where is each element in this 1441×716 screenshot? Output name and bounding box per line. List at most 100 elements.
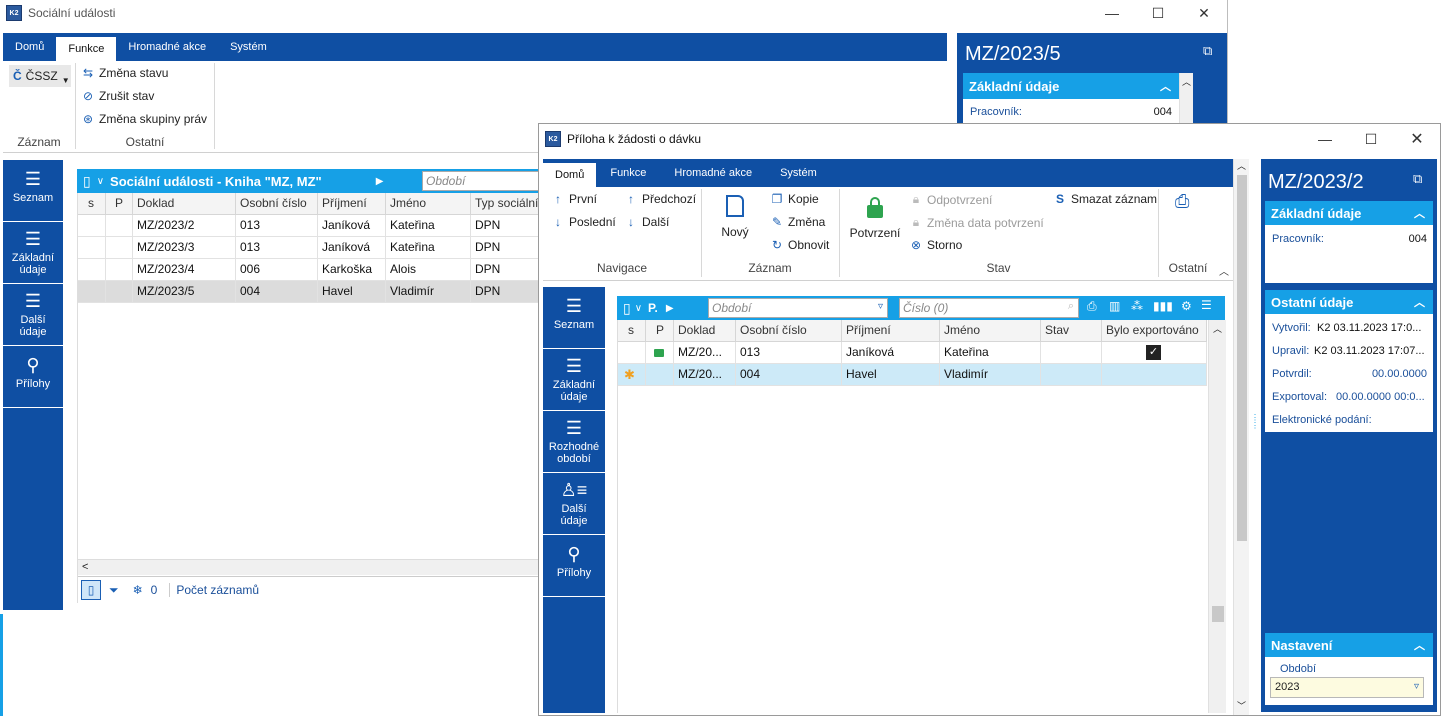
chevron-up-icon[interactable]: ︿ bbox=[1414, 637, 1425, 653]
popout-icon[interactable]: ⧉ bbox=[1203, 43, 1212, 59]
posledni-button[interactable]: ↓ Poslední bbox=[551, 215, 616, 229]
table-row[interactable]: MZ/2023/4 006 Karkoška Alois DPN bbox=[78, 259, 548, 281]
col-osobni-cislo[interactable]: Osobní číslo bbox=[236, 193, 318, 215]
section-other[interactable]: Ostatní údaje ︿ bbox=[1265, 290, 1433, 314]
table-row-selected[interactable]: ✱ MZ/20... 004 Havel Vladimír bbox=[618, 364, 1207, 386]
grid-scrollbar[interactable]: ︿ bbox=[1208, 320, 1226, 713]
dalsi-button[interactable]: ↓ Další bbox=[624, 215, 669, 229]
close-icon[interactable]: ✕ bbox=[1394, 126, 1440, 152]
zrusit-stav-button[interactable]: ⊘ Zrušit stav bbox=[81, 89, 154, 103]
period-input[interactable]: Období bbox=[422, 171, 547, 191]
scroll-thumb[interactable] bbox=[1212, 606, 1224, 622]
horizontal-scrollbar[interactable]: < bbox=[78, 559, 548, 575]
back-section-basic[interactable]: Základní údaje ︿ bbox=[963, 73, 1179, 99]
close-icon[interactable]: ✕ bbox=[1181, 0, 1227, 26]
scroll-up-icon[interactable]: ︿ bbox=[1237, 159, 1246, 172]
chart-icon[interactable]: ▥ bbox=[1109, 299, 1120, 313]
tab-funkce[interactable]: Funkce bbox=[596, 159, 660, 187]
scroll-thumb[interactable] bbox=[1237, 175, 1247, 541]
table-row[interactable]: MZ/2023/3 013 Janíková Kateřina DPN bbox=[78, 237, 548, 259]
popout-icon[interactable]: ⧉ bbox=[1413, 171, 1422, 187]
storno-button[interactable]: ⊗ Storno bbox=[909, 238, 962, 252]
col-osobni-cislo[interactable]: Osobní číslo bbox=[736, 320, 842, 342]
tab-system[interactable]: Systém bbox=[766, 159, 831, 187]
columns-icon[interactable]: ▮▮▮ bbox=[1153, 299, 1173, 313]
tab-funkce[interactable]: Funkce bbox=[56, 37, 117, 61]
menu-icon[interactable]: ☰ bbox=[1201, 298, 1212, 312]
col-prijmeni[interactable]: Příjmení bbox=[318, 193, 386, 215]
zmena-data-button[interactable]: 🔒︎ Změna data potvrzení bbox=[909, 215, 1044, 230]
nav-seznam[interactable]: ☰ Seznam bbox=[3, 160, 63, 222]
print-icon[interactable]: ⎙ bbox=[1087, 299, 1097, 314]
book-icon[interactable]: ▯ bbox=[623, 300, 631, 317]
obnovit-button[interactable]: ↻ Obnovit bbox=[770, 238, 829, 252]
col-prijmeni[interactable]: Příjmení bbox=[842, 320, 940, 342]
minimize-icon[interactable]: — bbox=[1302, 126, 1348, 152]
tab-domu[interactable]: Domů bbox=[543, 163, 597, 187]
col-jmeno[interactable]: Jméno bbox=[386, 193, 471, 215]
section-settings[interactable]: Nastavení ︿ bbox=[1265, 633, 1433, 657]
section-basic[interactable]: Základní údaje ︿ bbox=[1265, 201, 1433, 225]
maximize-icon[interactable]: ☐ bbox=[1135, 0, 1181, 26]
obdobi-select[interactable]: 2023 ▿ bbox=[1270, 677, 1424, 698]
table-row-selected[interactable]: MZ/2023/5 004 Havel Vladimír DPN bbox=[78, 281, 548, 303]
chevron-down-icon[interactable]: ∨ bbox=[97, 176, 104, 187]
nav-rozhodne-obdobi[interactable]: ☰ Rozhodné období bbox=[543, 411, 605, 473]
col-stav[interactable]: Stav bbox=[1041, 320, 1102, 342]
number-search-input[interactable]: Číslo (0) ⌕ bbox=[899, 298, 1079, 318]
snowflake-icon[interactable]: ❄ bbox=[133, 583, 143, 597]
play-icon[interactable]: ▶ bbox=[376, 176, 384, 187]
nav-prilohy[interactable]: ⚲ Přílohy bbox=[3, 346, 63, 408]
hierarchy-icon[interactable]: ⁂ bbox=[1131, 299, 1143, 313]
col-p[interactable]: P bbox=[646, 320, 674, 342]
front-main-scrollbar[interactable]: ︿ ﹀ bbox=[1233, 159, 1249, 715]
book-icon[interactable]: ▯ bbox=[83, 173, 91, 190]
scroll-left-icon[interactable]: < bbox=[82, 561, 88, 573]
table-row[interactable]: MZ/2023/2 013 Janíková Kateřina DPN bbox=[78, 215, 548, 237]
dropdown-icon[interactable]: ▿ bbox=[878, 301, 883, 312]
minimize-icon[interactable]: — bbox=[1089, 0, 1135, 26]
col-bylo-exportovano[interactable]: Bylo exportováno bbox=[1102, 320, 1207, 342]
scroll-down-icon[interactable]: ﹀ bbox=[1237, 699, 1246, 712]
nav-dalsi-udaje[interactable]: ☰ Další údaje bbox=[3, 284, 63, 346]
smazat-zaznam-button[interactable]: S Smazat záznam bbox=[1053, 192, 1157, 206]
chevron-up-icon[interactable]: ︿ bbox=[1414, 294, 1425, 310]
gear-icon[interactable]: ⚙ bbox=[1181, 299, 1192, 313]
period-select[interactable]: Období ▿ bbox=[708, 298, 888, 318]
search-icon[interactable]: ⌕ bbox=[1068, 300, 1074, 313]
dropdown-icon[interactable]: ▿ bbox=[1414, 681, 1419, 692]
tab-hromadne-akce[interactable]: Hromadné akce bbox=[660, 159, 766, 187]
zmena-skupiny-button[interactable]: ⊛ Změna skupiny práv bbox=[81, 112, 207, 126]
cssz-button[interactable]: Č ČSSZ ▼ bbox=[9, 65, 71, 87]
chevron-up-icon[interactable]: ︿ bbox=[1160, 78, 1171, 94]
panel-splitter[interactable]: ⋮ ⋮ bbox=[1251, 414, 1259, 454]
tab-system[interactable]: Systém bbox=[218, 33, 279, 61]
table-row[interactable]: MZ/20... 013 Janíková Kateřina ✓ bbox=[618, 342, 1207, 364]
predchozi-button[interactable]: ↑ Předchozí bbox=[624, 192, 696, 206]
book-icon[interactable]: ▯ bbox=[81, 580, 101, 600]
col-doklad[interactable]: Doklad bbox=[133, 193, 236, 215]
col-p[interactable]: P bbox=[106, 193, 133, 215]
chevron-down-icon[interactable]: ∨ bbox=[635, 303, 642, 314]
zmena-stavu-button[interactable]: ⇆ Změna stavu bbox=[81, 66, 168, 80]
scroll-up-icon[interactable]: ︿ bbox=[1213, 322, 1222, 335]
nav-zakladni-udaje[interactable]: ☰ Základní údaje bbox=[3, 222, 63, 284]
checkbox-checked-icon[interactable]: ✓ bbox=[1146, 345, 1161, 360]
tab-domu[interactable]: Domů bbox=[3, 33, 56, 61]
odpotvrzeni-button[interactable]: 🔒︎ Odpotvrzení bbox=[909, 192, 993, 207]
zmena-button[interactable]: ✎ Změna bbox=[770, 215, 825, 229]
filter-icon[interactable]: ⏷ bbox=[109, 583, 119, 598]
kopie-button[interactable]: ❐ Kopie bbox=[770, 192, 819, 206]
potvrzeni-button[interactable]: Potvrzení bbox=[845, 197, 905, 247]
printer-icon[interactable]: ⎙ bbox=[1175, 191, 1189, 212]
chevron-up-icon[interactable]: ︿ bbox=[1414, 205, 1425, 221]
nav-prilohy[interactable]: ⚲ Přílohy bbox=[543, 535, 605, 597]
nav-dalsi-udaje[interactable]: ♙≡ Další údaje bbox=[543, 473, 605, 535]
nav-zakladni-udaje[interactable]: ☰ Základní údaje bbox=[543, 349, 605, 411]
prvni-button[interactable]: ↑ První bbox=[551, 192, 597, 206]
col-doklad[interactable]: Doklad bbox=[674, 320, 736, 342]
col-typ[interactable]: Typ sociální bbox=[471, 193, 548, 215]
maximize-icon[interactable]: ☐ bbox=[1348, 126, 1394, 152]
scroll-up-icon[interactable]: ︿ bbox=[1182, 75, 1191, 88]
col-s[interactable]: s bbox=[618, 320, 646, 342]
